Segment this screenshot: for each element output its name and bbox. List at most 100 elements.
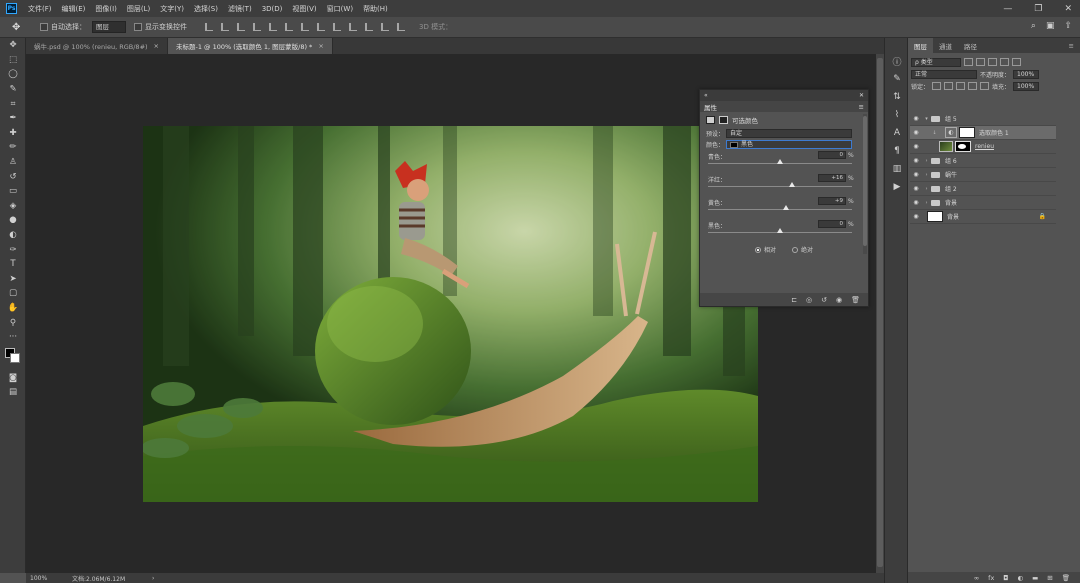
close-tab-icon[interactable]: × [154,42,159,50]
distribute-hcenter-icon[interactable] [365,23,373,31]
healing-brush-icon[interactable]: ✚ [0,126,26,141]
close-tab-icon[interactable]: × [318,42,323,50]
clone-stamp-icon[interactable]: ♙ [0,155,26,170]
eye-icon[interactable]: ◉ [910,213,922,220]
align-hcenter-icon[interactable] [269,23,277,31]
character-icon[interactable]: A [885,124,909,142]
eye-icon[interactable]: ◉ [910,129,922,136]
collapse-icon[interactable]: « [704,92,708,99]
lock-position-icon[interactable] [956,82,966,90]
reset-icon[interactable]: ↺ [821,296,827,304]
layer-mask-thumbnail[interactable] [955,141,971,152]
status-arrow-icon[interactable]: › [152,575,154,582]
colors-dropdown[interactable]: 黑色 [726,140,852,149]
search-icon[interactable]: ⌕ [1031,21,1036,31]
slider-value-input[interactable]: +16 [818,174,846,182]
adjustment-layer-icon[interactable] [706,116,715,124]
auto-select-dropdown[interactable]: 图层 [92,21,126,33]
properties-scrollbar[interactable] [863,114,867,254]
paint-bucket-icon[interactable]: ◈ [0,199,26,214]
view-previous-icon[interactable]: ◎ [806,296,812,304]
lock-all-icon[interactable] [980,82,990,90]
quick-select-icon[interactable]: ✎ [0,82,26,97]
auto-select-checkbox[interactable] [40,23,48,31]
zoom-level[interactable]: 100% [26,575,72,582]
slider-handle[interactable] [777,159,783,164]
visibility-icon[interactable]: ◉ [836,296,842,304]
eye-icon[interactable]: ◉ [910,115,922,122]
layer-background[interactable]: ◉ 背景 🔒 [910,210,1056,224]
layer-mask-thumbnail[interactable] [959,127,975,138]
opacity-input[interactable]: 100% [1013,69,1040,79]
align-left-icon[interactable] [253,23,261,31]
paragraph-icon[interactable]: ¶ [885,142,909,160]
eye-icon[interactable]: ◉ [910,199,922,206]
quick-mask-icon[interactable]: ◙ [0,370,26,385]
slider-value-input[interactable]: +9 [818,197,846,205]
new-group-icon[interactable]: ▬ [1032,574,1038,582]
eyedropper-icon[interactable]: ✒ [0,111,26,126]
slider-value-input[interactable]: 0 [818,220,846,228]
color-swatches[interactable] [0,344,26,370]
slider-handle[interactable] [783,205,790,210]
fill-input[interactable]: 100% [1013,81,1040,91]
distribute-top-icon[interactable] [301,23,309,31]
clip-to-layer-icon[interactable]: ⊏ [791,296,797,304]
menu-filter[interactable]: 滤镜(T) [223,4,257,14]
menu-window[interactable]: 窗口(W) [322,4,358,14]
slider-handle[interactable] [777,228,783,233]
crop-icon[interactable]: ⌗ [0,96,26,111]
distribute-left-icon[interactable] [349,23,357,31]
menu-file[interactable]: 文件(F) [23,4,57,14]
slider-track[interactable] [708,209,852,210]
expand-closed-icon[interactable]: › [922,186,931,192]
mask-icon[interactable] [719,116,728,124]
eye-icon[interactable]: ◉ [910,143,922,150]
layer-group-2[interactable]: ◉ › 组 2 [910,182,1056,196]
filter-smart-icon[interactable] [1012,58,1021,66]
eye-icon[interactable]: ◉ [910,157,922,164]
panel-menu-icon[interactable]: ≡ [859,103,864,111]
slider-value-input[interactable]: 0 [818,151,846,159]
distribute-bottom-icon[interactable] [333,23,341,31]
layer-group-5[interactable]: ◉ ▾ 组 5 [910,112,1056,126]
menu-select[interactable]: 选择(S) [189,4,223,14]
layer-group-background[interactable]: ◉ › 背景 [910,196,1056,210]
libraries-icon[interactable]: ▥ [885,160,909,178]
brush-settings-icon[interactable]: ⌇ [885,106,909,124]
filter-pixel-icon[interactable] [964,58,973,66]
canvas-vertical-scrollbar[interactable] [876,54,884,573]
menu-edit[interactable]: 编辑(E) [57,4,91,14]
document-canvas[interactable] [143,126,758,502]
blur-icon[interactable]: ● [0,213,26,228]
dodge-icon[interactable]: ◐ [0,228,26,243]
layer-filter-dropdown[interactable]: ρ 类型 [911,57,961,67]
tab-paths[interactable]: 路径 [958,38,983,53]
history-brush-icon[interactable]: ↺ [0,169,26,184]
menu-help[interactable]: 帮助(H) [358,4,393,14]
zoom-icon[interactable]: ⚲ [0,315,26,330]
marquee-icon[interactable]: ⬚ [0,53,26,68]
more-tools-icon[interactable]: ··· [0,330,26,345]
background-color-swatch[interactable] [10,353,20,364]
pen-icon[interactable]: ✑ [0,242,26,257]
path-select-icon[interactable]: ➤ [0,272,26,287]
blend-mode-dropdown[interactable]: 正常 [911,69,977,79]
expand-closed-icon[interactable]: › [922,172,931,178]
eye-icon[interactable]: ◉ [910,171,922,178]
properties-tab[interactable]: 属性 [704,102,717,112]
lasso-icon[interactable]: ◯ [0,67,26,82]
distribute-right-icon[interactable] [381,23,389,31]
restore-icon[interactable]: ❐ [1034,4,1042,14]
menu-view[interactable]: 视图(V) [287,4,321,14]
move-tool-icon[interactable]: ✥ [12,22,32,33]
adjustments-icon[interactable]: ⇅ [885,88,909,106]
align-right-icon[interactable] [285,23,293,31]
close-panel-icon[interactable]: ✕ [859,92,864,99]
link-layers-icon[interactable]: ∞ [974,574,979,582]
show-transform-checkbox[interactable] [134,23,142,31]
preset-dropdown[interactable]: 自定 [726,129,852,138]
relative-radio[interactable]: 相对 [754,245,776,254]
lock-artboard-icon[interactable] [968,82,978,90]
layer-group-snail[interactable]: ◉ › 蜗牛 [910,168,1056,182]
